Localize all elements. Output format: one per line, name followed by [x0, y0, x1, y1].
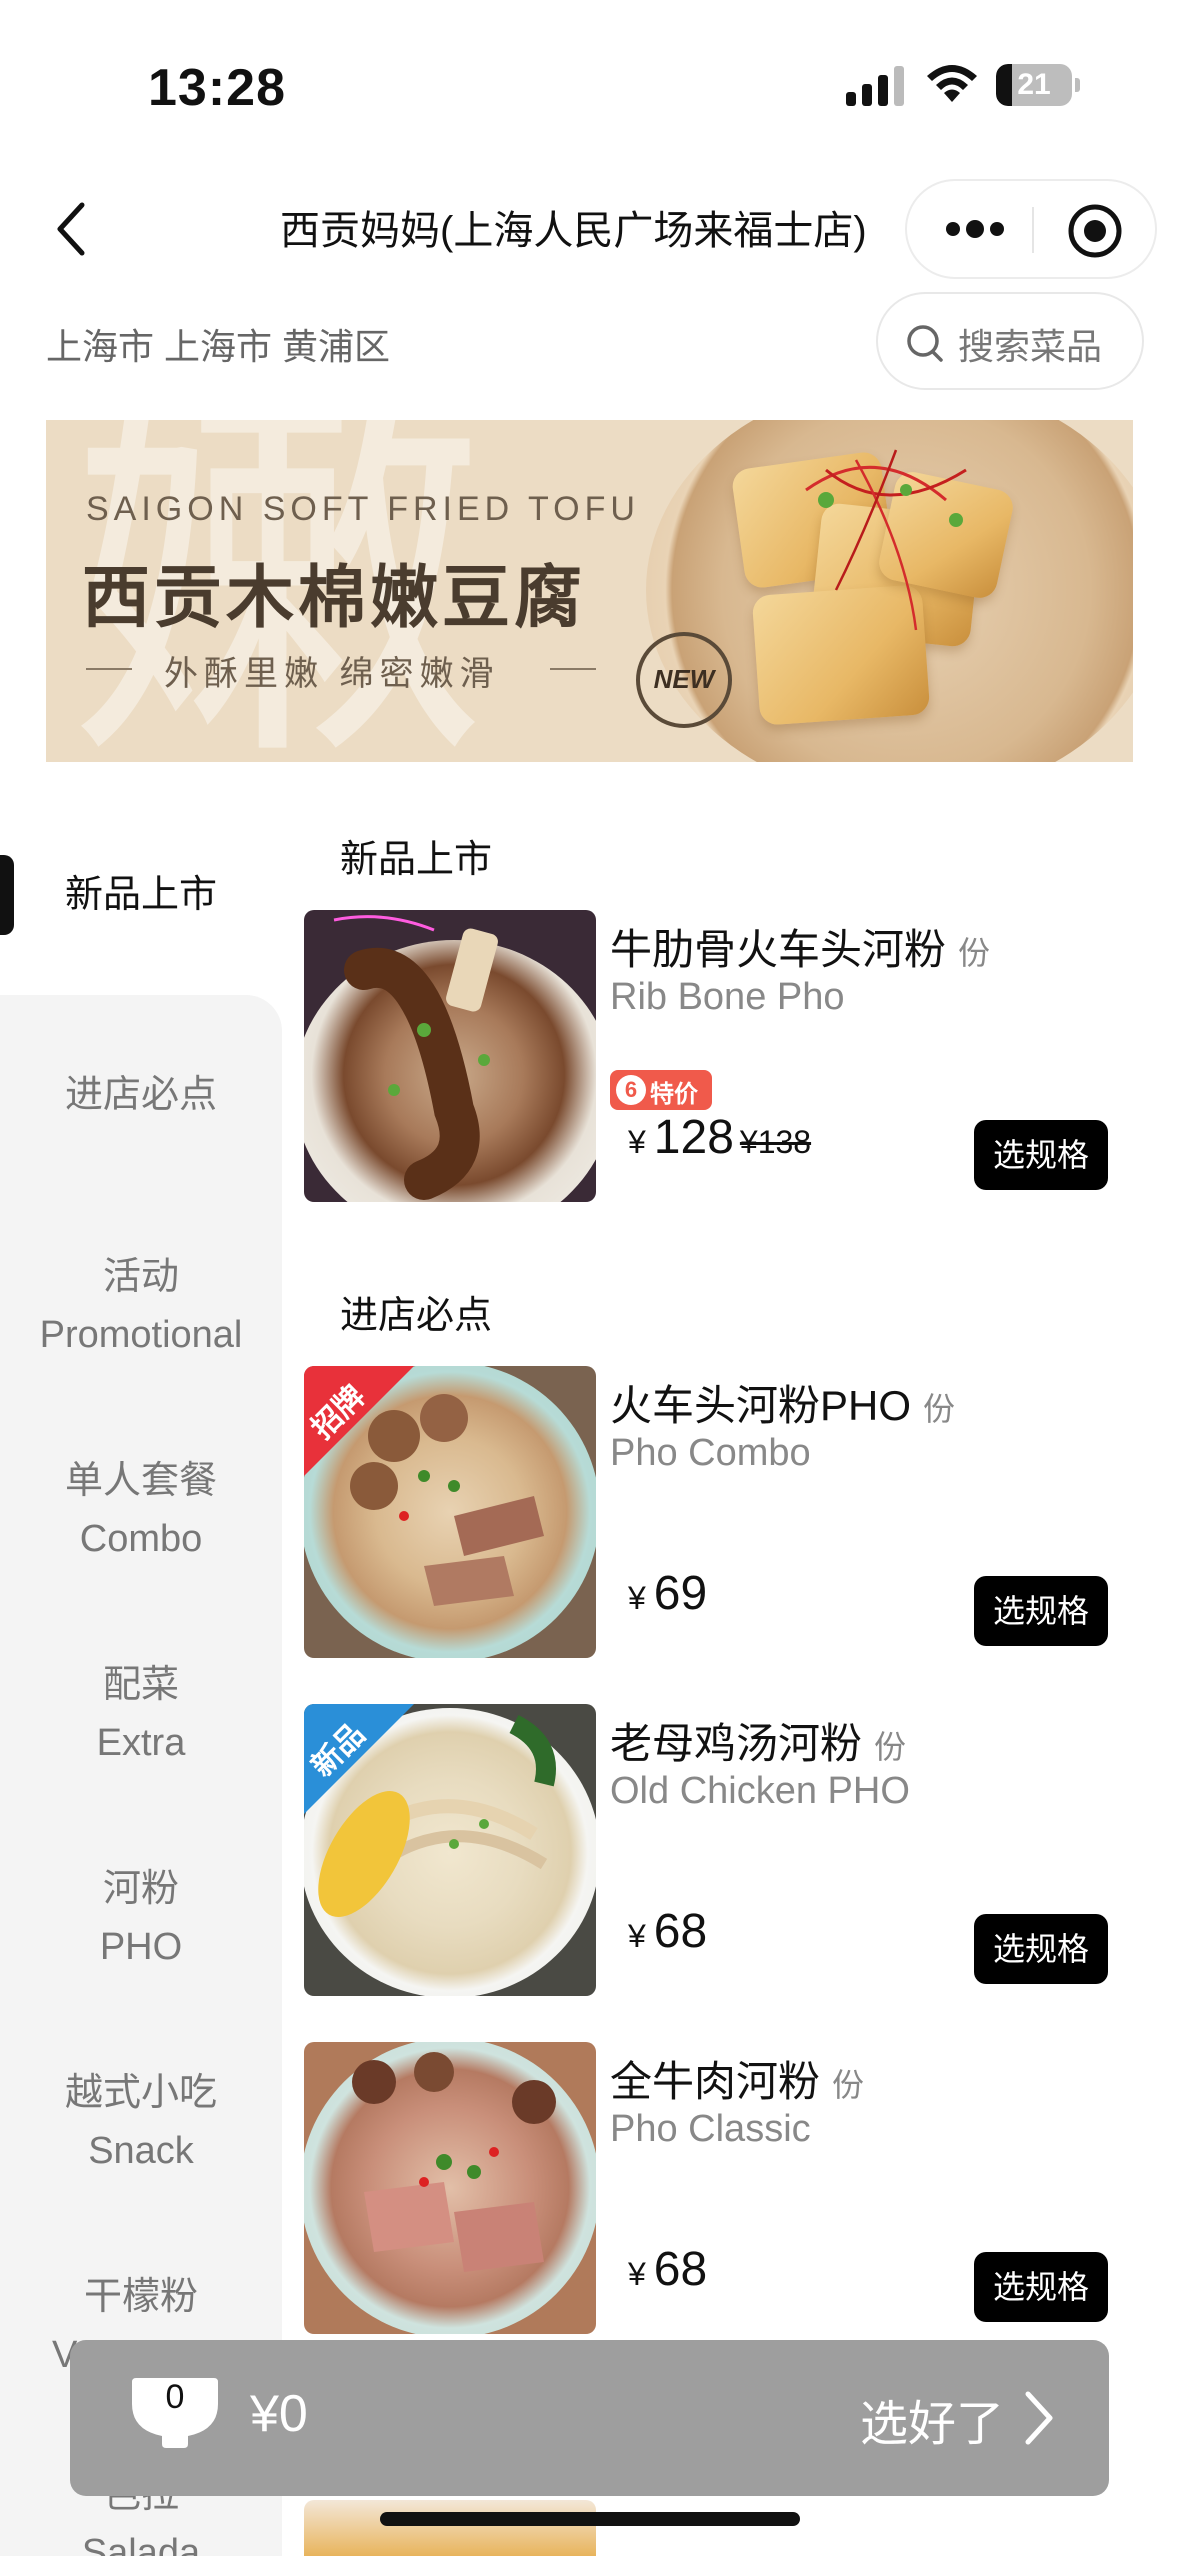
checkout-button[interactable]: 选好了 [860, 2384, 1004, 2454]
category-sidebar: 新品上市 进店必点 活动 Promotional 单人套餐 Combo 配菜 E… [0, 800, 282, 2556]
product-image-peek [304, 2500, 596, 2556]
search-icon [907, 325, 943, 362]
sidebar-item-label-en: Combo [79, 1518, 203, 1560]
cart-bar[interactable]: 0 ¥0 选好了 [70, 2340, 1109, 2496]
fire-icon: 6 [616, 1075, 646, 1105]
search-input[interactable]: 搜索菜品 [876, 292, 1144, 390]
product-image: 招牌 [304, 1366, 596, 1658]
product-card-old-chicken-pho[interactable]: 新品 老母鸡汤河粉份 Old Chicken PHO ¥68 选规格 [304, 1704, 1108, 2000]
product-name: 火车头河粉PHO 份 [610, 1382, 956, 1429]
sidebar-item-new[interactable]: 新品上市 [0, 866, 282, 924]
banner-divider-right [550, 668, 596, 670]
product-price: ¥68 [628, 2243, 708, 2296]
mini-program-capsule [905, 179, 1157, 279]
cellular-signal-icon [846, 66, 904, 106]
sidebar-item-label-en: Extra [96, 1722, 186, 1764]
sidebar-item-label: 新品上市 [64, 874, 217, 916]
banner-divider-left [86, 668, 132, 670]
product-name-en: Rib Bone Pho [610, 976, 845, 1018]
section-title-new: 新品上市 [340, 839, 493, 881]
banner-title-cn: 西贡木棉嫩豆腐 [82, 560, 587, 636]
status-bar: 13:28 21 [0, 0, 1179, 170]
product-image: 新品 [304, 1704, 596, 1996]
sidebar-item-label-en: Snack [88, 2130, 194, 2172]
sidebar-item-label: 河粉 [102, 1868, 179, 1910]
new-badge: NEW [636, 632, 732, 728]
sidebar-item-pho[interactable]: 河粉 PHO [0, 1860, 282, 1976]
sidebar-item-must-order[interactable]: 进店必点 [0, 1066, 282, 1124]
select-spec-button[interactable]: 选规格 [974, 2252, 1108, 2322]
sidebar-item-label: 单人套餐 [64, 1460, 217, 1502]
product-name-en: Pho Combo [610, 1432, 811, 1474]
battery-icon: 21 [996, 64, 1080, 106]
close-target-icon[interactable] [1067, 203, 1123, 259]
product-name: 牛肋骨火车头河粉份 [610, 926, 991, 973]
product-name: 老母鸡汤河粉份 [610, 1720, 907, 1767]
original-price: ¥138 [739, 1124, 812, 1160]
cart-count: 0 [165, 2378, 185, 2416]
wifi-icon [927, 65, 977, 102]
cart-total: ¥0 [250, 2385, 308, 2443]
banner-slogan: 外酥里嫩 绵密嫩滑 [164, 655, 500, 693]
nav-bar: 西贡妈妈(上海人民广场来福士店) [0, 175, 1179, 285]
page-title: 西贡妈妈(上海人民广场来福士店) [280, 209, 867, 253]
sidebar-item-label: 干檬粉 [83, 2276, 198, 2318]
status-time: 13:28 [148, 59, 286, 117]
battery-level: 21 [1017, 68, 1051, 101]
sidebar-item-combo[interactable]: 单人套餐 Combo [0, 1452, 282, 1568]
location-text[interactable]: 上海市 上海市 黄浦区 [46, 318, 390, 370]
sidebar-item-label: 越式小吃 [64, 2072, 217, 2114]
product-name: 全牛肉河粉份 [610, 2058, 865, 2105]
section-title-must-order: 进店必点 [340, 1295, 493, 1337]
search-placeholder: 搜索菜品 [958, 326, 1103, 367]
more-icon[interactable] [945, 217, 1005, 241]
sidebar-item-label-en: PHO [99, 1926, 183, 1968]
sidebar-item-snack[interactable]: 越式小吃 Snack [0, 2064, 282, 2180]
back-icon[interactable] [48, 199, 94, 259]
sidebar-item-label: 活动 [102, 1256, 179, 1298]
banner-title-en: SAIGON SOFT FRIED TOFU [86, 490, 640, 528]
sidebar-item-label-en: Salada [81, 2532, 201, 2556]
capsule-divider [1032, 207, 1034, 253]
product-card-pho-classic[interactable]: 全牛肉河粉份 Pho Classic ¥68 选规格 [304, 2042, 1108, 2338]
sidebar-item-label: 配菜 [102, 1664, 179, 1706]
product-price: ¥68 [628, 1905, 708, 1958]
home-indicator [380, 2512, 800, 2526]
product-price: ¥128 ¥138 [628, 1111, 812, 1164]
special-price-badge: 6 特价 [610, 1070, 712, 1110]
product-card-rib-bone-pho[interactable]: 牛肋骨火车头河粉份 Rib Bone Pho 6 特价 ¥128 ¥138 选规格 [304, 910, 1108, 1206]
product-name-en: Old Chicken PHO [610, 1770, 910, 1812]
sidebar-item-label: 进店必点 [64, 1074, 217, 1116]
product-price: ¥69 [628, 1567, 708, 1620]
select-spec-button[interactable]: 选规格 [974, 1576, 1108, 1646]
product-name-en: Pho Classic [610, 2108, 811, 2150]
product-image [304, 2042, 596, 2334]
product-card-pho-combo[interactable]: 招牌 火车头河粉PHO 份 Pho Combo ¥69 选规格 [304, 1366, 1108, 1662]
product-image [304, 910, 596, 1202]
select-spec-button[interactable]: 选规格 [974, 1120, 1108, 1190]
promo-banner[interactable]: 嫩 SAIGON SOFT FRIED TOFU 西贡木棉嫩豆腐 外酥里嫩 绵密… [46, 420, 1133, 762]
select-spec-button[interactable]: 选规格 [974, 1914, 1108, 1984]
sidebar-item-extra[interactable]: 配菜 Extra [0, 1656, 282, 1772]
sidebar-item-label-en: Promotional [39, 1314, 243, 1356]
sidebar-item-promotional[interactable]: 活动 Promotional [0, 1248, 282, 1364]
chevron-right-icon [1025, 2391, 1053, 2445]
